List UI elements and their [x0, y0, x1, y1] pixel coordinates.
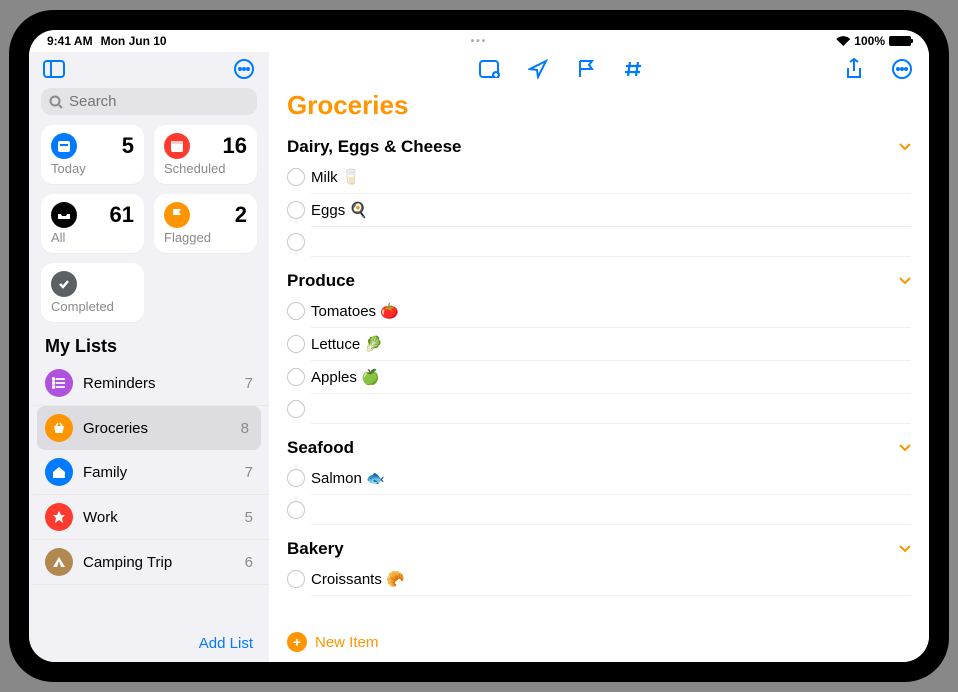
reminder-text: Milk 🥛 — [311, 168, 361, 186]
chevron-down-icon[interactable] — [899, 277, 911, 285]
list-row-reminders[interactable]: Reminders 7 — [33, 361, 269, 406]
list-row-camping[interactable]: Camping Trip 6 — [33, 540, 269, 585]
list-count: 8 — [241, 420, 249, 437]
all-count: 61 — [110, 202, 134, 228]
toolbar — [269, 52, 929, 84]
reminder-list[interactable]: Dairy, Eggs & Cheese Milk 🥛 Eggs 🍳 Produce T… — [269, 131, 929, 622]
add-list-button[interactable]: Add List — [199, 635, 253, 652]
reminder-empty-slot[interactable] — [311, 394, 911, 424]
reminder-text: Apples 🍏 — [311, 368, 380, 386]
chevron-down-icon[interactable] — [899, 545, 911, 553]
reminder-section: Produce Tomatoes 🍅 Lettuce 🥬 Apples 🍏 — [287, 265, 911, 424]
status-time: 9:41 AM — [47, 34, 93, 48]
tray-icon — [51, 202, 77, 228]
home-icon — [45, 458, 73, 486]
list-name: Family — [83, 464, 235, 481]
multitask-dots[interactable]: ••• — [471, 36, 488, 47]
share-button[interactable] — [841, 56, 867, 82]
chevron-down-icon[interactable] — [899, 143, 911, 151]
star-icon — [45, 503, 73, 531]
list-row-groceries[interactable]: Groceries 8 — [37, 406, 261, 450]
basket-icon — [45, 414, 73, 442]
reminder-item[interactable]: Apples 🍏 — [311, 361, 911, 394]
list-count: 7 — [245, 375, 253, 392]
new-item-button[interactable]: + New Item — [269, 622, 929, 662]
list-name: Reminders — [83, 375, 235, 392]
reminder-item[interactable]: Salmon 🐟 — [311, 462, 911, 495]
sidebar: 5 Today 16 Scheduled — [29, 52, 269, 662]
list-name: Camping Trip — [83, 554, 235, 571]
flagged-card[interactable]: 2 Flagged — [154, 194, 257, 253]
search-field[interactable] — [41, 88, 257, 115]
sidebar-toggle-button[interactable] — [41, 56, 67, 82]
new-item-label: New Item — [315, 634, 378, 651]
reminder-item[interactable]: Eggs 🍳 — [311, 194, 911, 227]
list-name: Work — [83, 509, 235, 526]
flag-button[interactable] — [573, 56, 599, 82]
template-button[interactable] — [477, 56, 503, 82]
reminder-section: Dairy, Eggs & Cheese Milk 🥛 Eggs 🍳 — [287, 131, 911, 257]
list-icon — [45, 369, 73, 397]
reminder-text: Salmon 🐟 — [311, 469, 385, 487]
list-title: Groceries — [269, 84, 929, 131]
wifi-icon — [836, 36, 850, 46]
section-title: Seafood — [287, 438, 354, 458]
check-icon — [51, 271, 77, 297]
battery-percent: 100% — [854, 34, 885, 48]
plus-icon: + — [287, 632, 307, 652]
search-input[interactable] — [69, 93, 268, 110]
flagged-label: Flagged — [164, 230, 247, 245]
my-lists-header: My Lists — [29, 322, 269, 361]
calendar-icon — [51, 133, 77, 159]
main-pane: Groceries Dairy, Eggs & Cheese Milk 🥛 Eggs… — [269, 52, 929, 662]
battery-icon — [889, 36, 911, 46]
all-label: All — [51, 230, 134, 245]
section-title: Bakery — [287, 539, 344, 559]
today-label: Today — [51, 161, 134, 176]
flag-icon — [164, 202, 190, 228]
location-button[interactable] — [525, 56, 551, 82]
reminder-text: Eggs 🍳 — [311, 201, 368, 219]
reminder-empty-slot[interactable] — [311, 495, 911, 525]
list-count: 7 — [245, 464, 253, 481]
scheduled-count: 16 — [223, 133, 247, 159]
search-icon — [49, 95, 63, 109]
reminder-text: Croissants 🥐 — [311, 570, 405, 588]
reminder-item[interactable]: Milk 🥛 — [311, 161, 911, 194]
scheduled-label: Scheduled — [164, 161, 247, 176]
reminder-empty-slot[interactable] — [311, 227, 911, 257]
all-card[interactable]: 61 All — [41, 194, 144, 253]
reminder-text: Tomatoes 🍅 — [311, 302, 399, 320]
list-count: 6 — [245, 554, 253, 571]
today-count: 5 — [122, 133, 134, 159]
tent-icon — [45, 548, 73, 576]
completed-card[interactable]: Completed — [41, 263, 144, 322]
reminder-item[interactable]: Lettuce 🥬 — [311, 328, 911, 361]
tag-button[interactable] — [621, 56, 647, 82]
calendar-icon — [164, 133, 190, 159]
flagged-count: 2 — [235, 202, 247, 228]
chevron-down-icon[interactable] — [899, 444, 911, 452]
completed-label: Completed — [51, 299, 134, 314]
section-title: Produce — [287, 271, 355, 291]
reminder-section: Bakery Croissants 🥐 — [287, 533, 911, 596]
list-row-family[interactable]: Family 7 — [33, 450, 269, 495]
list-row-work[interactable]: Work 5 — [33, 495, 269, 540]
reminder-section: Seafood Salmon 🐟 — [287, 432, 911, 525]
more-main-button[interactable] — [889, 56, 915, 82]
status-bar: 9:41 AM Mon Jun 10 ••• 100% — [29, 30, 929, 52]
more-button[interactable] — [231, 56, 257, 82]
reminder-text: Lettuce 🥬 — [311, 335, 383, 353]
status-date: Mon Jun 10 — [101, 34, 167, 48]
section-title: Dairy, Eggs & Cheese — [287, 137, 461, 157]
reminder-item[interactable]: Tomatoes 🍅 — [311, 295, 911, 328]
reminder-item[interactable]: Croissants 🥐 — [311, 563, 911, 596]
list-count: 5 — [245, 509, 253, 526]
today-card[interactable]: 5 Today — [41, 125, 144, 184]
list-name: Groceries — [83, 420, 231, 437]
scheduled-card[interactable]: 16 Scheduled — [154, 125, 257, 184]
